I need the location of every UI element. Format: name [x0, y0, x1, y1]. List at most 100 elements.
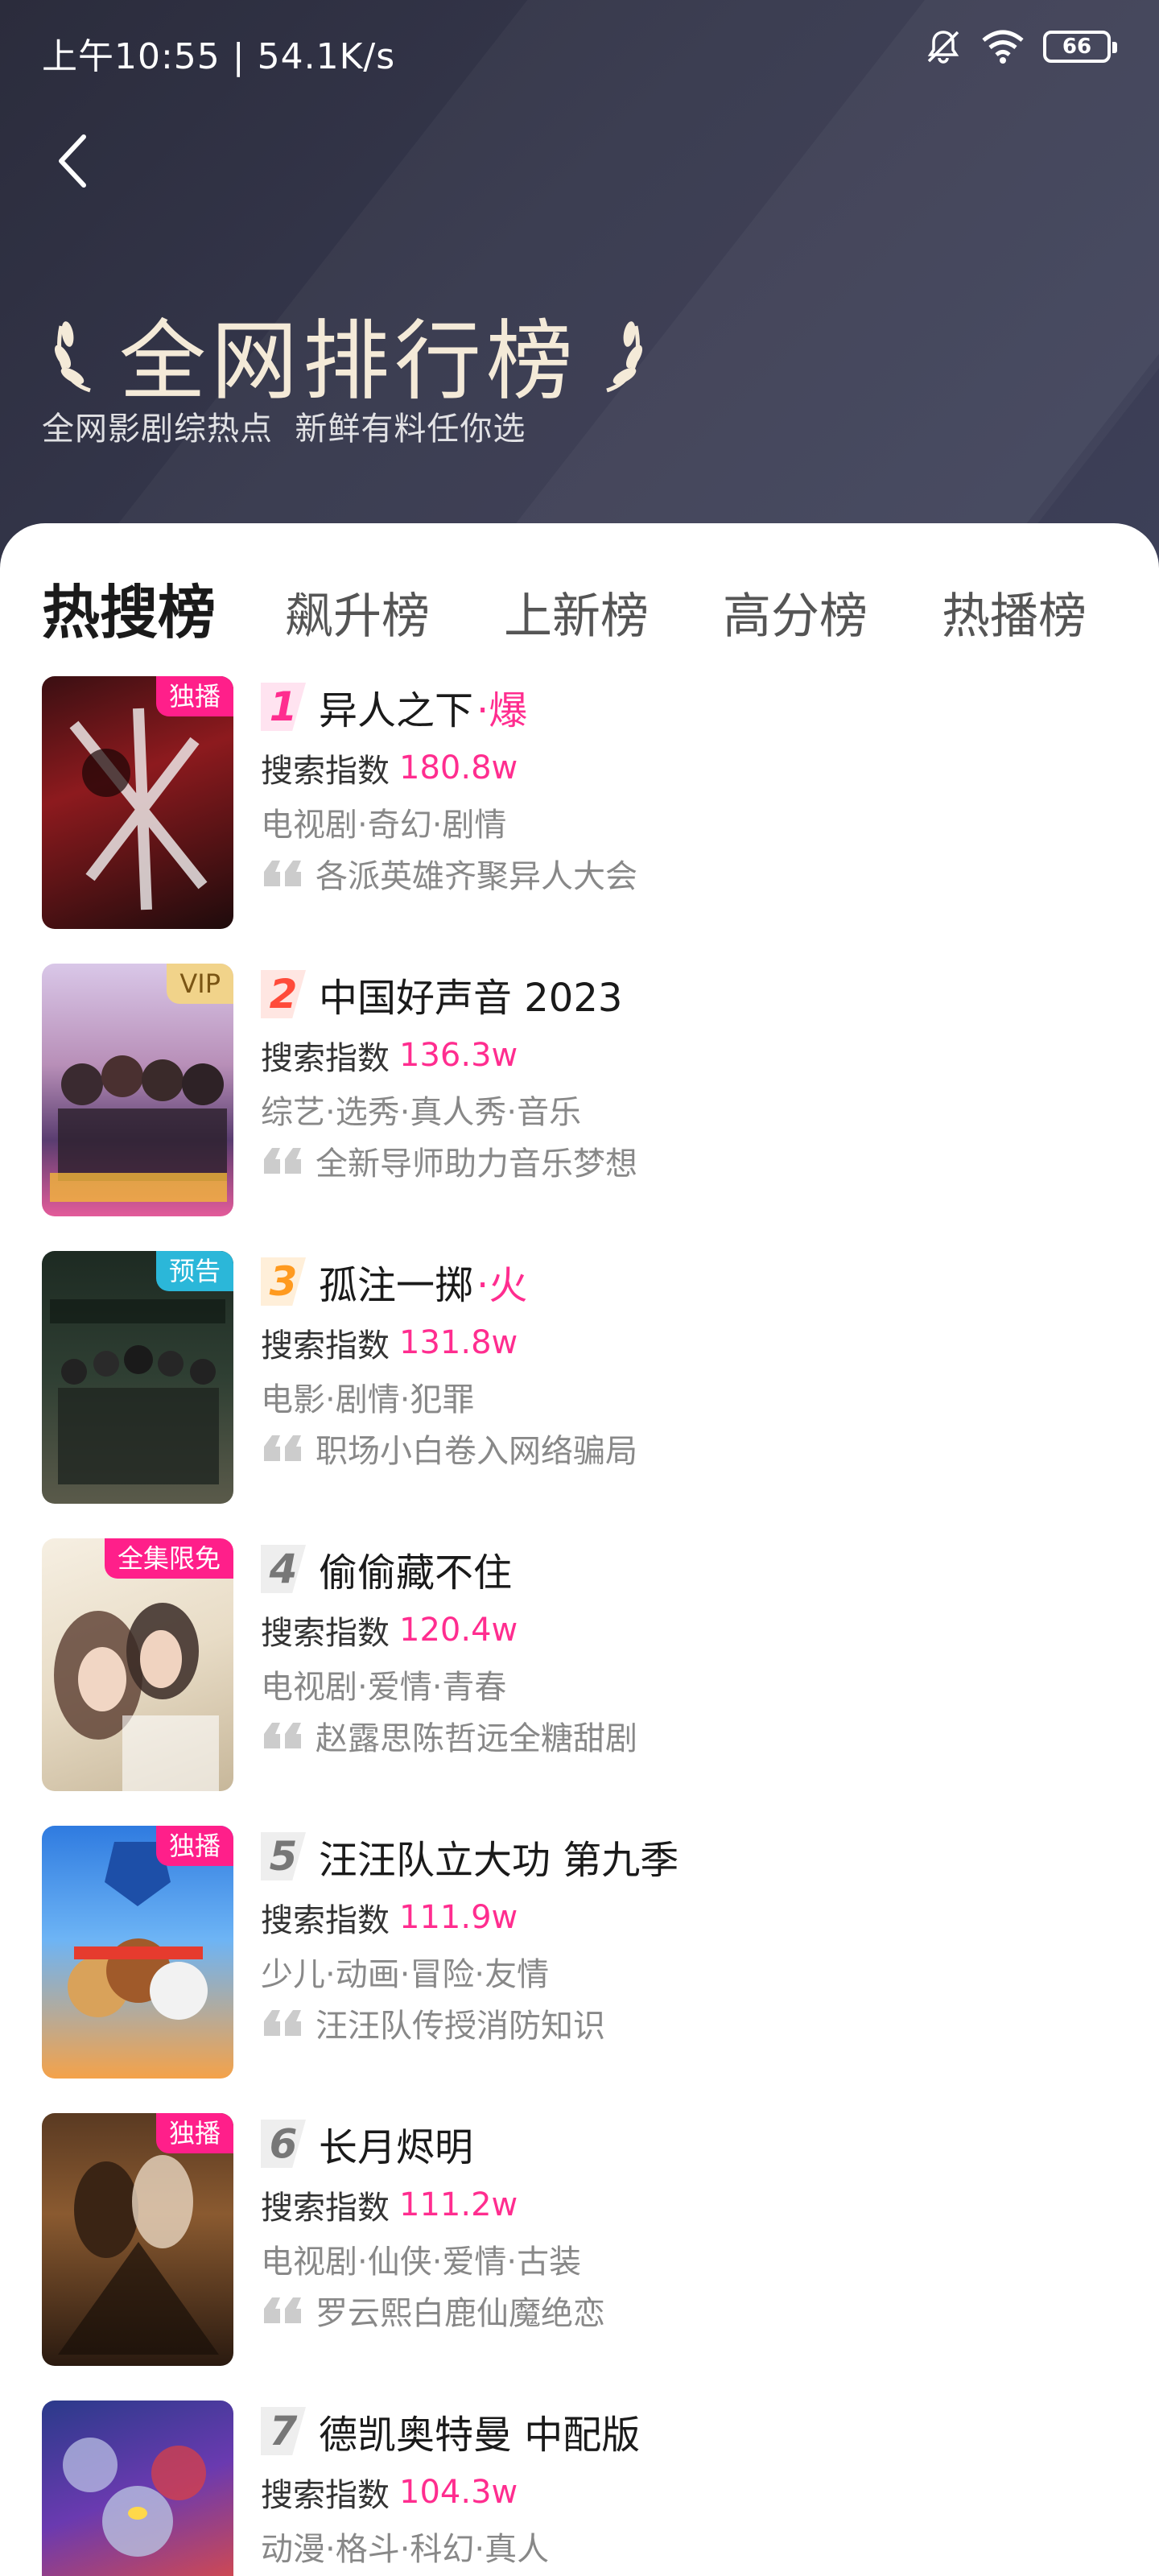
item-info: 3 孤注一掷 ·火 搜索指数 131.8w 电影·剧情·犯罪 职场小白卷入网络骗局: [261, 1251, 1130, 1472]
item-title: 德凯奥特曼 中配版: [319, 2413, 641, 2458]
hot-label: ·火: [476, 1263, 528, 1308]
list-item[interactable]: 预告 3 孤注一掷 ·火 搜索指数 131.8w 电影·剧情·犯罪 职场小白卷入网…: [42, 1251, 1136, 1538]
item-title: 偷偷藏不住: [319, 1550, 513, 1596]
score-label: 搜索指数: [261, 753, 390, 790]
item-description: 各派英雄齐聚异人大会: [316, 858, 637, 895]
poster-image[interactable]: 预告: [42, 1251, 233, 1504]
laurel-left-icon: [54, 321, 91, 393]
item-info: 5 汪汪队立大功 第九季 搜索指数 111.9w 少儿·动画·冒险·友情 汪汪队传…: [261, 1826, 1130, 2046]
exclusive-badge: 独播: [155, 1826, 233, 1866]
poster-art: [63, 2438, 206, 2557]
list-item[interactable]: VIP 2 中国好声音 2023 搜索指数 136.3w 综艺·选秀·真人秀·音乐…: [42, 964, 1136, 1251]
page-title-row: 全网排行榜: [48, 298, 649, 412]
tab-rising[interactable]: 飙升榜: [285, 577, 430, 647]
status-bar: 上午10:55 | 54.1K/s 66: [0, 0, 1159, 97]
tab-high-score[interactable]: 高分榜: [723, 577, 868, 647]
score-value: 180.8w: [399, 749, 518, 786]
back-button[interactable]: [50, 129, 98, 193]
quote-icon: [264, 1723, 301, 1748]
page-title: 全网排行榜: [119, 312, 579, 412]
genre-text: 电视剧·仙侠·爱情·古装: [261, 2244, 582, 2281]
score-value: 131.8w: [399, 1324, 518, 1361]
genre-text: 少儿·动画·冒险·友情: [261, 1956, 550, 1993]
ranking-tabs: 热搜榜 飙升榜 上新榜 高分榜 热播榜: [42, 565, 1159, 654]
genre-text: 电影·剧情·犯罪: [261, 1381, 475, 1418]
item-title: 汪汪队立大功 第九季: [319, 1838, 679, 1883]
item-description: 赵露思陈哲远全糖甜剧: [316, 1720, 637, 1757]
mute-bell-icon: [927, 31, 959, 64]
rank-number: 4: [261, 1545, 306, 1593]
battery-level: 66: [1062, 35, 1092, 59]
item-description: 汪汪队传授消防知识: [316, 2008, 605, 2045]
score-label: 搜索指数: [261, 2190, 390, 2227]
item-description: 职场小白卷入网络骗局: [316, 1433, 637, 1470]
quote-icon: [264, 1148, 301, 1174]
preview-badge: 预告: [155, 1251, 233, 1291]
rank-number: 1: [261, 683, 306, 731]
score-label: 搜索指数: [261, 1902, 390, 1939]
item-info: 1 异人之下 ·爆 搜索指数 180.8w 电视剧·奇幻·剧情 各派英雄齐聚异人大…: [261, 676, 1130, 897]
list-item[interactable]: 7 德凯奥特曼 中配版 搜索指数 104.3w 动漫·格斗·科幻·真人: [42, 2401, 1136, 2576]
quote-icon: [264, 2010, 301, 2036]
item-title: 异人之下: [319, 688, 474, 733]
poster-image[interactable]: 独播: [42, 676, 233, 929]
rank-number: 3: [261, 1257, 306, 1306]
poster-image[interactable]: 独播: [42, 2113, 233, 2366]
poster-image[interactable]: 全集限免: [42, 1538, 233, 1791]
exclusive-badge: 独播: [155, 2113, 233, 2153]
list-item[interactable]: 独播 5 汪汪队立大功 第九季 搜索指数 111.9w 少儿·动画·冒险·友情 汪…: [42, 1826, 1136, 2113]
exclusive-badge: 独播: [155, 676, 233, 716]
poster-image[interactable]: [42, 2401, 233, 2576]
battery-icon: 66: [1043, 31, 1117, 63]
item-title: 中国好声音 2023: [319, 976, 623, 1021]
rank-number: 5: [261, 1832, 306, 1880]
genre-text: 动漫·格斗·科幻·真人: [261, 2531, 550, 2568]
poster-image[interactable]: VIP: [42, 964, 233, 1216]
score-value: 111.9w: [399, 1899, 518, 1936]
rank-number: 7: [261, 2407, 306, 2455]
genre-text: 综艺·选秀·真人秀·音乐: [261, 1094, 582, 1131]
score-value: 111.2w: [399, 2186, 518, 2223]
quote-icon: [264, 2297, 301, 2323]
tab-hot-play[interactable]: 热播榜: [942, 577, 1087, 647]
tab-new[interactable]: 上新榜: [504, 577, 649, 647]
item-info: 2 中国好声音 2023 搜索指数 136.3w 综艺·选秀·真人秀·音乐 全新导…: [261, 964, 1130, 1184]
genre-text: 电视剧·奇幻·剧情: [261, 807, 507, 844]
score-value: 136.3w: [399, 1037, 518, 1074]
genre-text: 电视剧·爱情·青春: [261, 1669, 507, 1706]
tab-hot-search[interactable]: 热搜榜: [42, 565, 216, 650]
score-label: 搜索指数: [261, 2477, 390, 2514]
quote-icon: [264, 1435, 301, 1461]
page-subtitle: 全网影剧综热点 新鲜有料任你选: [42, 411, 526, 448]
item-description: 全新导师助力音乐梦想: [316, 1146, 637, 1183]
quote-icon: [264, 861, 301, 886]
score-label: 搜索指数: [261, 1327, 390, 1364]
laurel-right-icon: [606, 321, 643, 393]
ranking-list: 独播 1 异人之下 ·爆 搜索指数 180.8w 电视剧·奇幻·剧情 各派英雄齐聚…: [42, 676, 1136, 2576]
item-title: 孤注一掷: [319, 1263, 474, 1308]
score-label: 搜索指数: [261, 1040, 390, 1077]
ranking-panel: 热搜榜 飙升榜 上新榜 高分榜 热播榜 独播 1 异人之下 ·爆 搜索指数 180…: [0, 523, 1159, 2576]
score-value: 104.3w: [399, 2474, 518, 2511]
rank-number: 2: [261, 970, 306, 1018]
page-header: 上午10:55 | 54.1K/s 66 全网排行榜 全网影剧综热点 新鲜有料任…: [0, 0, 1159, 564]
score-value: 120.4w: [399, 1612, 518, 1649]
item-info: 6 长月烬明 搜索指数 111.2w 电视剧·仙侠·爱情·古装 罗云熙白鹿仙魔绝恋: [261, 2113, 1130, 2334]
item-title: 长月烬明: [319, 2125, 474, 2170]
chevron-left-icon: [59, 134, 86, 188]
wifi-icon: [982, 30, 1024, 64]
item-info: 7 德凯奥特曼 中配版 搜索指数 104.3w 动漫·格斗·科幻·真人: [261, 2401, 1130, 2570]
list-item[interactable]: 独播 1 异人之下 ·爆 搜索指数 180.8w 电视剧·奇幻·剧情 各派英雄齐聚…: [42, 676, 1136, 964]
score-label: 搜索指数: [261, 1615, 390, 1652]
rank-number: 6: [261, 2120, 306, 2168]
free-badge: 全集限免: [104, 1538, 233, 1579]
list-item[interactable]: 独播 6 长月烬明 搜索指数 111.2w 电视剧·仙侠·爱情·古装 罗云熙白鹿仙…: [42, 2113, 1136, 2401]
hot-label: ·爆: [476, 688, 528, 733]
item-description: 罗云熙白鹿仙魔绝恋: [316, 2295, 605, 2332]
list-item[interactable]: 全集限免 4 偷偷藏不住 搜索指数 120.4w 电视剧·爱情·青春 赵露思陈哲远…: [42, 1538, 1136, 1826]
status-time: 上午10:55 | 54.1K/s: [42, 36, 396, 77]
vip-badge: VIP: [167, 964, 233, 1004]
item-info: 4 偷偷藏不住 搜索指数 120.4w 电视剧·爱情·青春 赵露思陈哲远全糖甜剧: [261, 1538, 1130, 1759]
status-icons: 66: [924, 27, 1117, 66]
poster-image[interactable]: 独播: [42, 1826, 233, 2079]
